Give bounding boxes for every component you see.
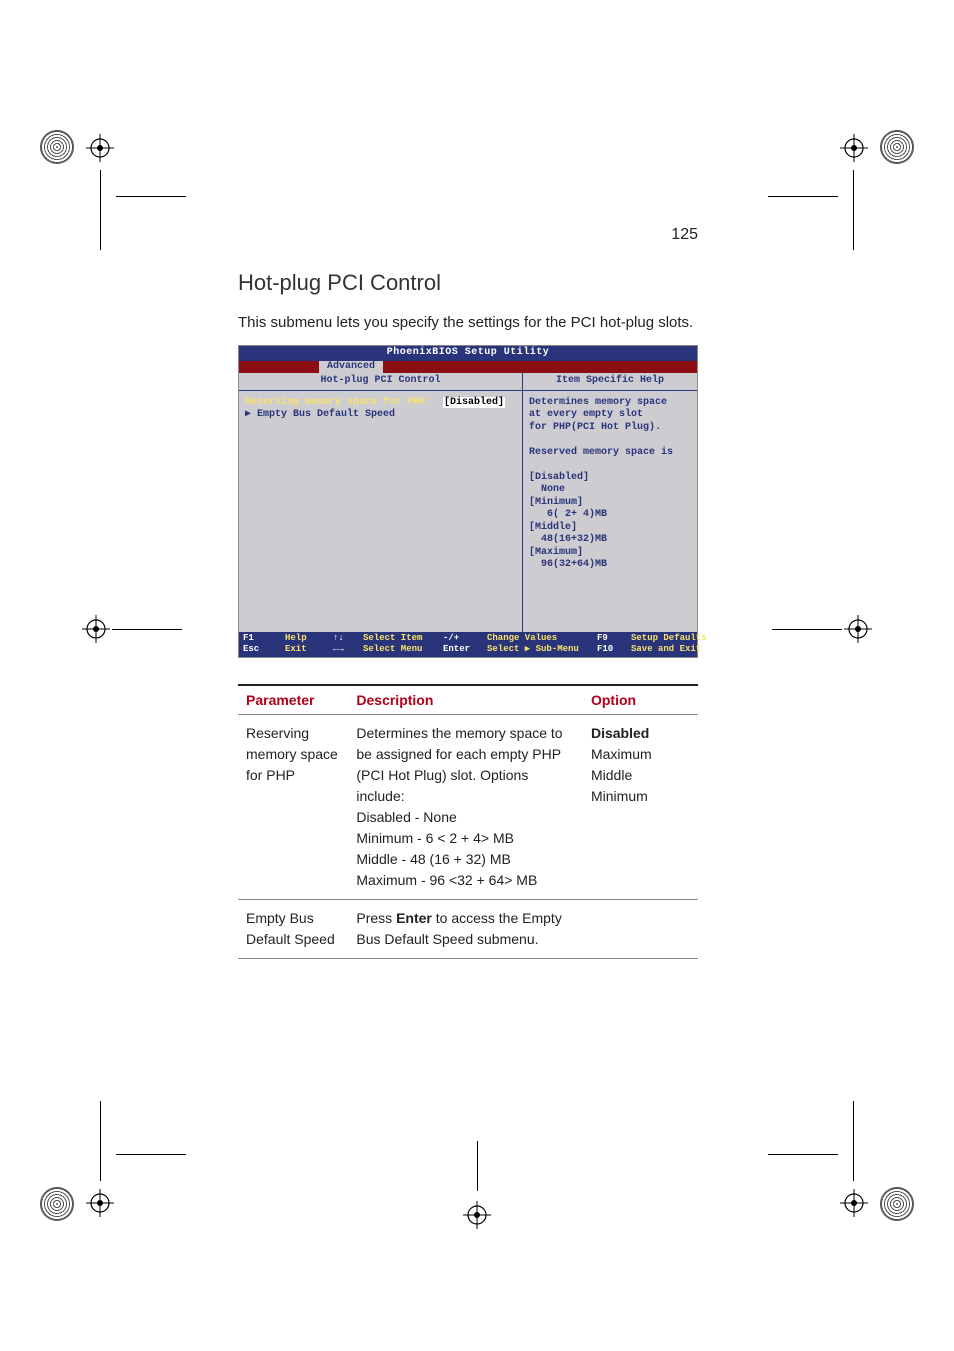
bios-help-text: Determines memory space at every empty s… — [523, 391, 697, 632]
crop-line — [853, 170, 854, 250]
crop-ornament — [40, 1187, 74, 1221]
registration-mark-icon — [840, 1189, 868, 1217]
bios-footer: F1 Esc Help Exit ↑↓ ←→ Select Item Selec… — [239, 632, 697, 658]
bios-title: PhoenixBIOS Setup Utility — [239, 346, 697, 361]
crop-line — [477, 1141, 478, 1191]
th-option: Option — [583, 685, 698, 715]
param-cell: Reserving memory space for PHP — [238, 715, 348, 900]
crop-line — [112, 629, 182, 630]
table-row: Reserving memory space for PHP Determine… — [238, 715, 698, 900]
bios-left-header: Hot-plug PCI Control — [239, 373, 522, 391]
bios-value-disabled: [Disabled] — [443, 397, 505, 408]
desc-cell: Press Enter to access the Empty Bus Defa… — [348, 900, 583, 959]
registration-mark-icon — [463, 1201, 491, 1229]
bios-settings-area: Reserving memory space for PHP: [Disable… — [239, 391, 522, 482]
table-row: Empty Bus Default Speed Press Enter to a… — [238, 900, 698, 959]
crop-line — [100, 1101, 101, 1181]
bios-setting-empty-bus: ▶ Empty Bus Default Speed — [245, 409, 395, 420]
bios-tab-advanced: Advanced — [319, 361, 383, 374]
crop-ornament — [880, 1187, 914, 1221]
crop-line — [116, 196, 186, 197]
crop-line — [100, 170, 101, 250]
th-description: Description — [348, 685, 583, 715]
crop-line — [768, 1154, 838, 1155]
option-cell: DisabledMaximum Middle Minimum — [583, 715, 698, 900]
bios-screenshot: PhoenixBIOS Setup Utility Advanced Hot-p… — [238, 345, 698, 658]
desc-cell: Determines the memory space to be assign… — [348, 715, 583, 900]
bios-setting-reserving: Reserving memory space for PHP: [Disable… — [245, 397, 505, 408]
crop-line — [772, 629, 842, 630]
parameter-table: Parameter Description Option Reserving m… — [238, 684, 698, 959]
th-parameter: Parameter — [238, 685, 348, 715]
bios-right-header: Item Specific Help — [523, 373, 697, 391]
param-cell: Empty Bus Default Speed — [238, 900, 348, 959]
intro-text: This submenu lets you specify the settin… — [238, 314, 698, 331]
crop-line — [116, 1154, 186, 1155]
crop-ornament — [40, 130, 74, 164]
registration-mark-icon — [840, 134, 868, 162]
page-number: 125 — [671, 226, 698, 244]
crop-line — [768, 196, 838, 197]
registration-mark-icon — [82, 615, 110, 643]
registration-mark-icon — [86, 1189, 114, 1217]
crop-line — [853, 1101, 854, 1181]
registration-mark-icon — [86, 134, 114, 162]
registration-mark-icon — [844, 615, 872, 643]
crop-ornament — [880, 130, 914, 164]
option-cell — [583, 900, 698, 959]
section-heading: Hot-plug PCI Control — [238, 270, 698, 296]
bios-tab-bar: Advanced — [239, 361, 697, 374]
